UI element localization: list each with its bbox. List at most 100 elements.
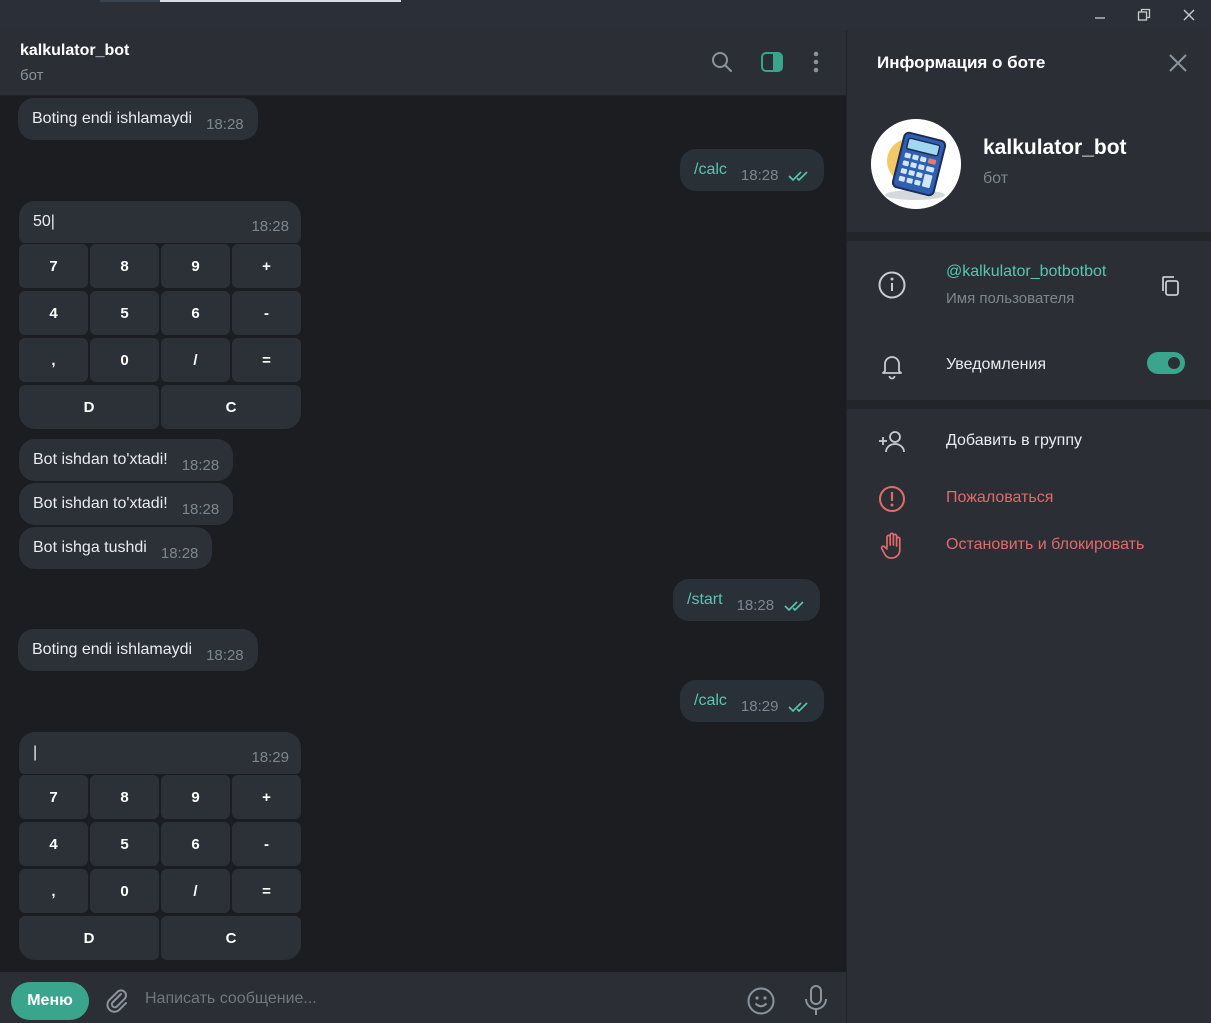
bot-info-panel: Информация о боте kalkulator_bot бот @ka… [846, 30, 1211, 1023]
minimize-button[interactable] [1078, 0, 1122, 30]
calc-key-0[interactable]: 0 [90, 338, 159, 382]
calc-key-minus[interactable]: - [232, 822, 301, 866]
calc-key-comma[interactable]: , [19, 338, 88, 382]
avatar[interactable] [871, 119, 961, 209]
more-menu-button[interactable] [803, 49, 829, 75]
calc-key-delete[interactable]: D [19, 385, 159, 429]
message-text: Bot ishga tushdi [33, 539, 147, 556]
close-icon [1183, 9, 1195, 21]
copy-username-button[interactable] [1159, 274, 1183, 298]
message-composer: Меню [0, 972, 846, 1023]
message-input[interactable] [145, 980, 725, 1018]
message-bubble-outgoing[interactable]: /calc 18:29 [680, 680, 825, 722]
calc-key-minus[interactable]: - [232, 291, 301, 335]
calc-key-0[interactable]: 0 [90, 869, 159, 913]
microphone-icon [805, 985, 827, 1015]
bot-username-link[interactable]: @kalkulator_botbotbot [946, 263, 1106, 281]
read-checkmarks-icon [784, 600, 806, 612]
chat-header: kalkulator_bot бот [0, 30, 846, 96]
calc-key-4[interactable]: 4 [19, 822, 88, 866]
search-button[interactable] [709, 49, 735, 75]
message-bubble-incoming[interactable]: Boting endi ishlamaydi 18:28 [18, 98, 258, 140]
calc-key-7[interactable]: 7 [19, 244, 88, 288]
close-icon [1169, 54, 1187, 72]
calculator-display-value: | [33, 744, 38, 761]
notifications-toggle[interactable] [1147, 352, 1185, 374]
calc-key-6[interactable]: 6 [161, 291, 230, 335]
calc-key-8[interactable]: 8 [90, 775, 159, 819]
calc-key-delete[interactable]: D [19, 916, 159, 960]
panel-title: Информация о боте [877, 53, 1046, 72]
tab-indicator [160, 0, 401, 2]
calc-key-9[interactable]: 9 [161, 775, 230, 819]
tab-indicator-inactive [100, 0, 160, 2]
message-time: 18:29 [251, 749, 289, 766]
stop-hand-icon [877, 531, 907, 561]
calc-key-8[interactable]: 8 [90, 244, 159, 288]
notifications-label: Уведомления [946, 356, 1047, 373]
emoji-button[interactable] [745, 985, 777, 1017]
message-list[interactable]: Boting endi ishlamaydi 18:28 /calc 18:28… [0, 96, 846, 972]
message-bubble-outgoing[interactable]: /calc 18:28 [680, 149, 825, 191]
calc-key-equals[interactable]: = [232, 869, 301, 913]
message-text: Bot ishdan to'xtadi! [33, 495, 168, 512]
voice-message-button[interactable] [801, 984, 831, 1018]
calculator-display-value: 50| [33, 213, 55, 230]
calc-key-plus[interactable]: + [232, 775, 301, 819]
calculator-display-message: | 18:29 [19, 732, 301, 774]
chat-area: kalkulator_bot бот Boting endi ishlamayd… [0, 30, 846, 1023]
message-time: 18:28 [251, 218, 289, 235]
calc-key-5[interactable]: 5 [90, 291, 159, 335]
minimize-icon [1095, 17, 1105, 19]
message-bubble-incoming[interactable]: Bot ishdan to'xtadi! 18:28 [19, 483, 234, 525]
message-bubble-outgoing[interactable]: /start 18:28 [673, 579, 821, 621]
message-text: Boting endi ishlamaydi [32, 641, 193, 658]
calc-key-5[interactable]: 5 [90, 822, 159, 866]
chat-subtitle: бот [20, 67, 44, 84]
message-time: 18:28 [736, 596, 775, 614]
attach-button[interactable] [102, 985, 130, 1013]
window-titlebar [0, 0, 1211, 30]
toggle-knob [1166, 355, 1182, 371]
calc-key-divide[interactable]: / [161, 869, 230, 913]
chat-title[interactable]: kalkulator_bot [20, 42, 129, 60]
sidebar-toggle-button[interactable] [759, 49, 785, 75]
info-icon [877, 270, 907, 300]
message-bubble-incoming[interactable]: Boting endi ishlamaydi 18:28 [18, 629, 258, 671]
message-text: Bot ishdan to'xtadi! [33, 451, 168, 468]
bot-name: kalkulator_bot [983, 136, 1127, 159]
calc-key-clear[interactable]: C [161, 385, 301, 429]
message-bubble-incoming[interactable]: Bot ishdan to'xtadi! 18:28 [19, 439, 234, 481]
calc-key-plus[interactable]: + [232, 244, 301, 288]
message-bubble-incoming[interactable]: Bot ishga tushdi 18:28 [19, 527, 213, 569]
search-icon [712, 52, 732, 72]
message-text: /calc [694, 161, 727, 178]
smiley-icon [747, 987, 775, 1015]
bell-icon [877, 350, 907, 380]
close-window-button[interactable] [1167, 0, 1211, 30]
calc-key-clear[interactable]: C [161, 916, 301, 960]
report-button[interactable]: Пожаловаться [946, 489, 1053, 507]
message-text: Boting endi ishlamaydi [32, 110, 193, 127]
message-time: 18:28 [181, 456, 220, 474]
calc-key-4[interactable]: 4 [19, 291, 88, 335]
section-divider [847, 232, 1211, 241]
stop-and-block-button[interactable]: Остановить и блокировать [946, 536, 1144, 554]
message-time: 18:28 [740, 166, 779, 184]
message-text: /start [687, 591, 723, 608]
calc-key-comma[interactable]: , [19, 869, 88, 913]
calc-key-7[interactable]: 7 [19, 775, 88, 819]
panel-close-button[interactable] [1165, 50, 1191, 76]
calc-key-equals[interactable]: = [232, 338, 301, 382]
bot-menu-button[interactable]: Меню [11, 982, 89, 1020]
read-checkmarks-icon [788, 170, 810, 182]
message-time: 18:28 [206, 646, 244, 664]
calc-key-6[interactable]: 6 [161, 822, 230, 866]
restore-icon [1137, 8, 1151, 21]
restore-button[interactable] [1122, 0, 1166, 30]
calc-key-divide[interactable]: / [161, 338, 230, 382]
add-to-group-button[interactable]: Добавить в группу [946, 432, 1082, 450]
calculator-avatar-icon [871, 119, 961, 209]
message-text: /calc [694, 692, 727, 709]
calc-key-9[interactable]: 9 [161, 244, 230, 288]
